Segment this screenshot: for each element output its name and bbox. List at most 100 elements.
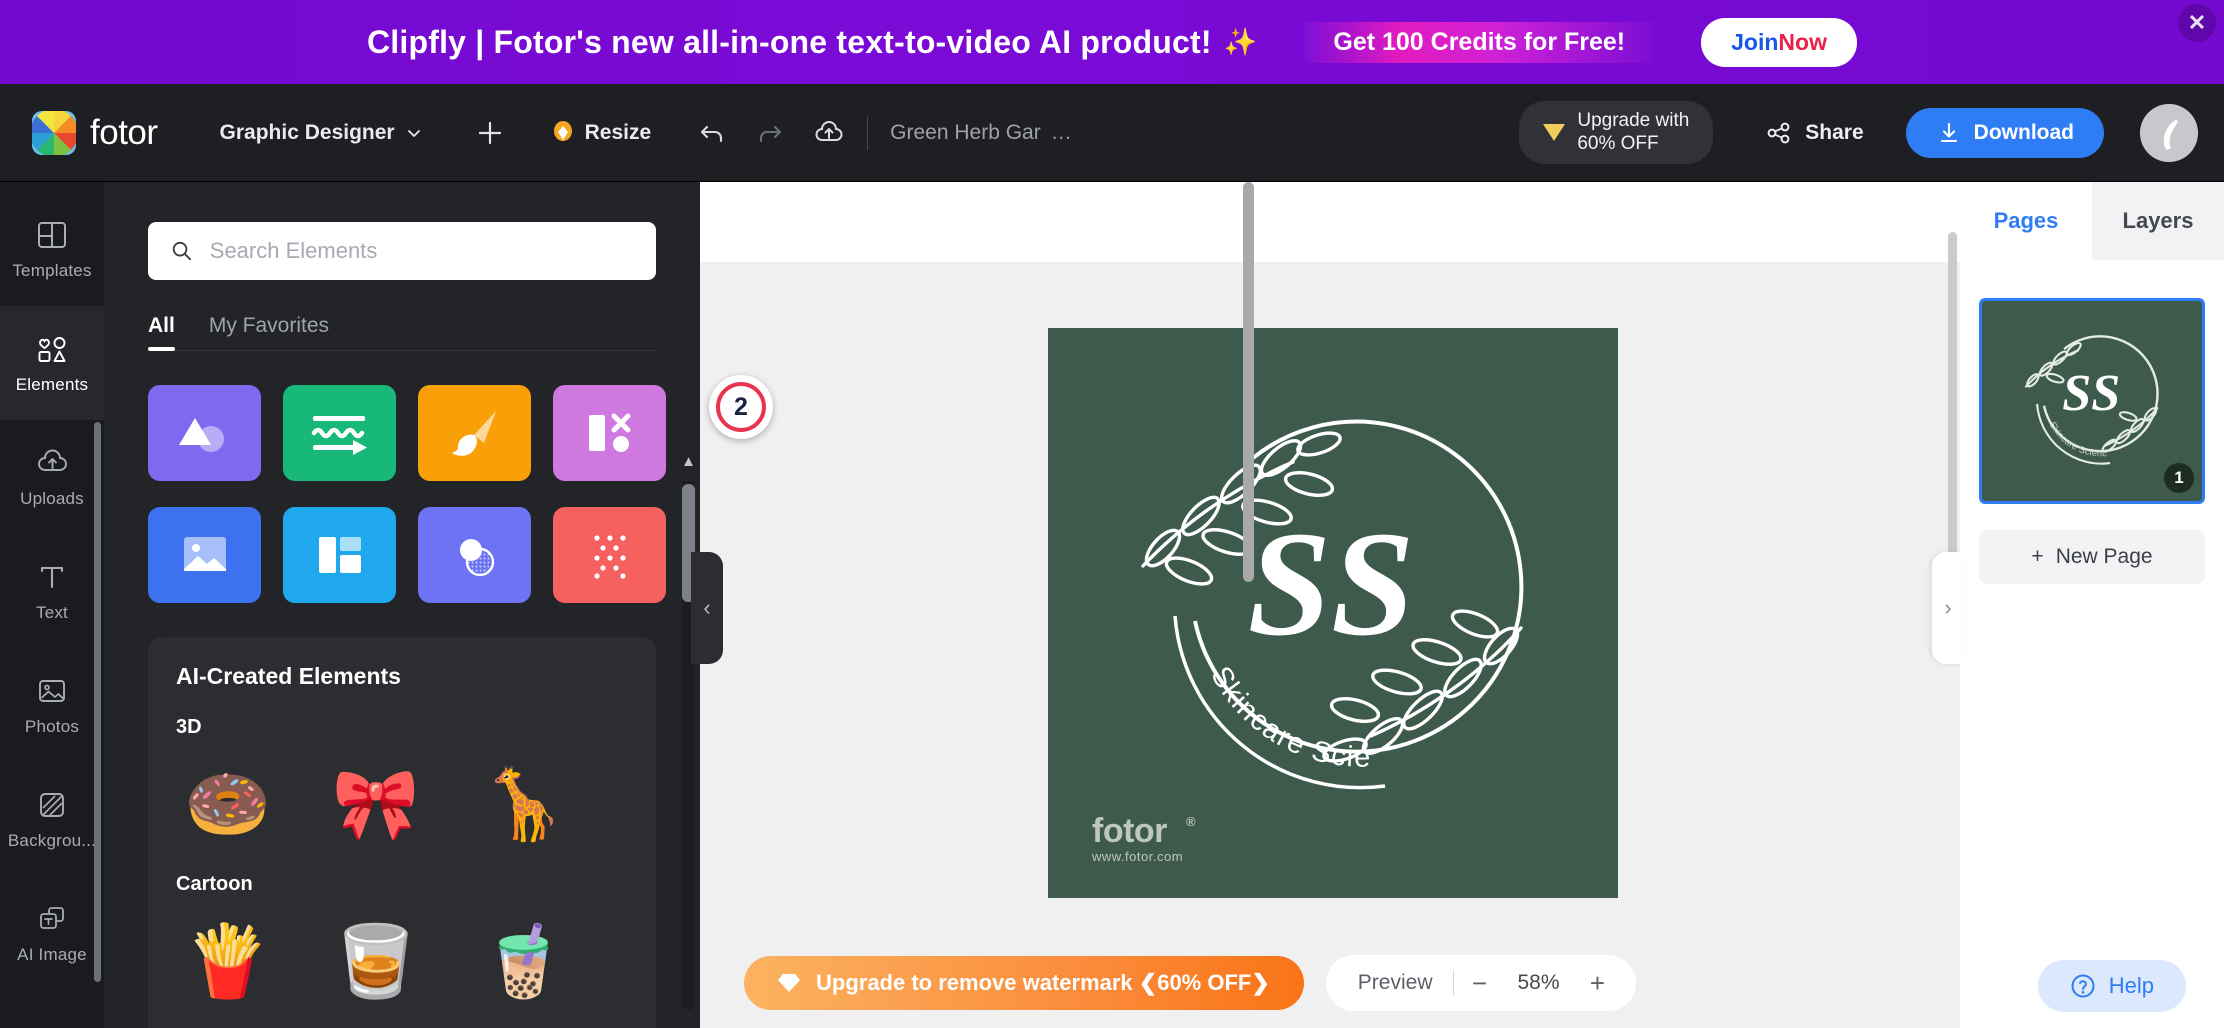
avatar[interactable]	[2140, 103, 2198, 162]
panel-scrollbar[interactable]: ▲	[681, 441, 696, 1010]
resize-button[interactable]: Resize	[551, 120, 651, 146]
upgrade-remove-watermark-button[interactable]: Upgrade to remove watermark ❮60% OFF❯	[744, 956, 1304, 1010]
page-thumbnail-artwork: SS Skincare Science	[2012, 317, 2159, 465]
add-page-button[interactable]	[475, 118, 505, 148]
sidebar-label-templates: Templates	[12, 260, 92, 280]
promo-headline-text: Clipfly | Fotor's new all-in-one text-to…	[367, 23, 1212, 60]
sidebar-item-background[interactable]: Backgrou...	[0, 762, 104, 876]
category-frames[interactable]	[553, 385, 666, 481]
rail-scrollbar[interactable]	[94, 422, 101, 982]
artboard[interactable]: SS Skincare Science fotor ® www.fotor.com	[1048, 328, 1618, 898]
shapes-icon	[178, 418, 224, 452]
category-photos[interactable]	[148, 507, 261, 603]
sidebar-item-text[interactable]: Text	[0, 534, 104, 648]
annotation-ring: 2	[709, 375, 773, 439]
toolbar-divider	[867, 115, 869, 150]
upgrade-label-line1: Upgrade with	[1577, 110, 1690, 132]
redo-button[interactable]	[755, 118, 785, 148]
category-shapes[interactable]	[148, 385, 261, 481]
ai-created-elements-title: AI-Created Elements	[176, 663, 401, 689]
fotor-logo-icon	[32, 110, 76, 155]
watermark-brand-text: fotor	[1092, 812, 1167, 850]
collapse-left-panel-button[interactable]: ‹	[691, 552, 723, 664]
new-page-label: New Page	[2055, 545, 2153, 568]
top-toolbar: fotor Graphic Designer Resize Green Herb…	[0, 84, 2224, 182]
sidebar-item-ai-image[interactable]: AI Image	[0, 876, 104, 990]
ai-image-icon	[40, 906, 64, 929]
sidebar-label-elements: Elements	[15, 374, 89, 394]
sidebar-item-elements[interactable]: Elements	[0, 306, 104, 420]
canvas-vertical-scrollbar[interactable]	[1243, 182, 1254, 582]
ai-element-drink[interactable]: 🧋	[472, 918, 576, 1004]
bottom-bar: Upgrade to remove watermark ❮60% OFF❯ Pr…	[700, 938, 1960, 1028]
ai-group-title-cartoon: Cartoon	[176, 873, 253, 895]
preview-button[interactable]: Preview	[1338, 971, 1453, 995]
canvas-area: SS Skincare Science fotor ® www.fotor.com	[700, 182, 1960, 1028]
fotor-logo[interactable]: fotor	[32, 110, 158, 155]
text-icon	[40, 566, 64, 588]
undo-button[interactable]	[697, 118, 727, 148]
sidebar-item-uploads[interactable]: Uploads	[0, 420, 104, 534]
ai-group-row-cartoon: 🍟 🥃 🧋	[176, 918, 628, 1004]
page-thumbnail-1[interactable]: SS Skincare Science 1	[1979, 298, 2205, 504]
ai-element-donut[interactable]: 🍩	[176, 761, 280, 847]
sidebar-label-ai-image: AI Image	[17, 944, 87, 964]
cloud-upload-button[interactable]	[813, 118, 845, 148]
search-input[interactable]	[209, 238, 634, 264]
right-panel: Pages Layers SS Skincare Scienc 1 + New …	[1960, 182, 2224, 1028]
stickers-icon	[459, 539, 494, 577]
uploads-icon	[38, 449, 67, 471]
document-title[interactable]: Green Herb Gar …	[890, 121, 1072, 145]
watermark-brand: fotor ®	[1092, 812, 1196, 851]
category-lines-arrows[interactable]	[283, 385, 396, 481]
zoom-out-button[interactable]: −	[1454, 955, 1506, 1011]
plus-icon: +	[2031, 545, 2044, 568]
tab-pages[interactable]: Pages	[1960, 182, 2092, 260]
right-panel-tabs: Pages Layers	[1960, 182, 2224, 260]
collapse-right-panel-button[interactable]: ›	[1932, 552, 1964, 664]
help-button[interactable]: Help	[2037, 960, 2186, 1012]
photo-tile-icon	[183, 537, 226, 571]
zoom-in-button[interactable]: +	[1572, 955, 1624, 1011]
search-elements-box[interactable]	[148, 222, 656, 280]
mode-selector[interactable]: Graphic Designer	[220, 121, 423, 145]
photos-icon	[39, 679, 65, 702]
templates-icon	[38, 221, 66, 248]
chevron-down-icon	[407, 129, 420, 137]
sidebar-item-templates[interactable]: Templates	[0, 192, 104, 306]
frames-icon	[588, 413, 630, 452]
share-button[interactable]: Share	[1765, 119, 1864, 147]
tab-my-favorites[interactable]: My Favorites	[209, 314, 329, 350]
ai-element-chips[interactable]: 🍟	[176, 918, 280, 1004]
category-brush[interactable]	[418, 385, 531, 481]
tab-layers[interactable]: Layers	[2092, 182, 2224, 260]
join-now-button[interactable]: JoinNow	[1701, 17, 1857, 67]
upgrade-button[interactable]: Upgrade with 60% OFF	[1519, 101, 1714, 164]
patterns-icon	[593, 535, 626, 579]
download-button[interactable]: Download	[1905, 107, 2104, 158]
sidebar-label-uploads: Uploads	[20, 488, 84, 508]
category-patterns[interactable]	[553, 507, 666, 603]
canvas-watermark: fotor ® www.fotor.com	[1092, 812, 1196, 864]
tab-all[interactable]: All	[148, 314, 175, 351]
watermark-registered: ®	[1185, 814, 1196, 829]
ai-group-title-3d: 3D	[176, 716, 202, 738]
join-now-label-2: Now	[1778, 28, 1827, 55]
new-page-button[interactable]: + New Page	[1979, 530, 2205, 584]
category-grids[interactable]	[283, 507, 396, 603]
help-circle-icon	[2071, 974, 2095, 998]
elements-icon	[38, 336, 66, 362]
ai-element-flower[interactable]: 🥃	[324, 918, 428, 1004]
diamond-icon	[778, 974, 800, 992]
category-stickers[interactable]	[418, 507, 531, 603]
promo-credits-badge: Get 100 Credits for Free!	[1303, 21, 1656, 63]
close-icon[interactable]: ✕	[2178, 4, 2216, 42]
sidebar-item-photos[interactable]: Photos	[0, 648, 104, 762]
scroll-up-icon[interactable]: ▲	[681, 441, 696, 481]
fotor-wordmark: fotor	[90, 112, 158, 152]
annotation-marker-2: 2	[709, 375, 773, 439]
mode-selector-label: Graphic Designer	[219, 120, 395, 144]
ai-element-giraffe[interactable]: 🦒	[472, 761, 576, 847]
undo-icon	[701, 125, 723, 142]
ai-element-bow[interactable]: 🎀	[324, 761, 428, 847]
